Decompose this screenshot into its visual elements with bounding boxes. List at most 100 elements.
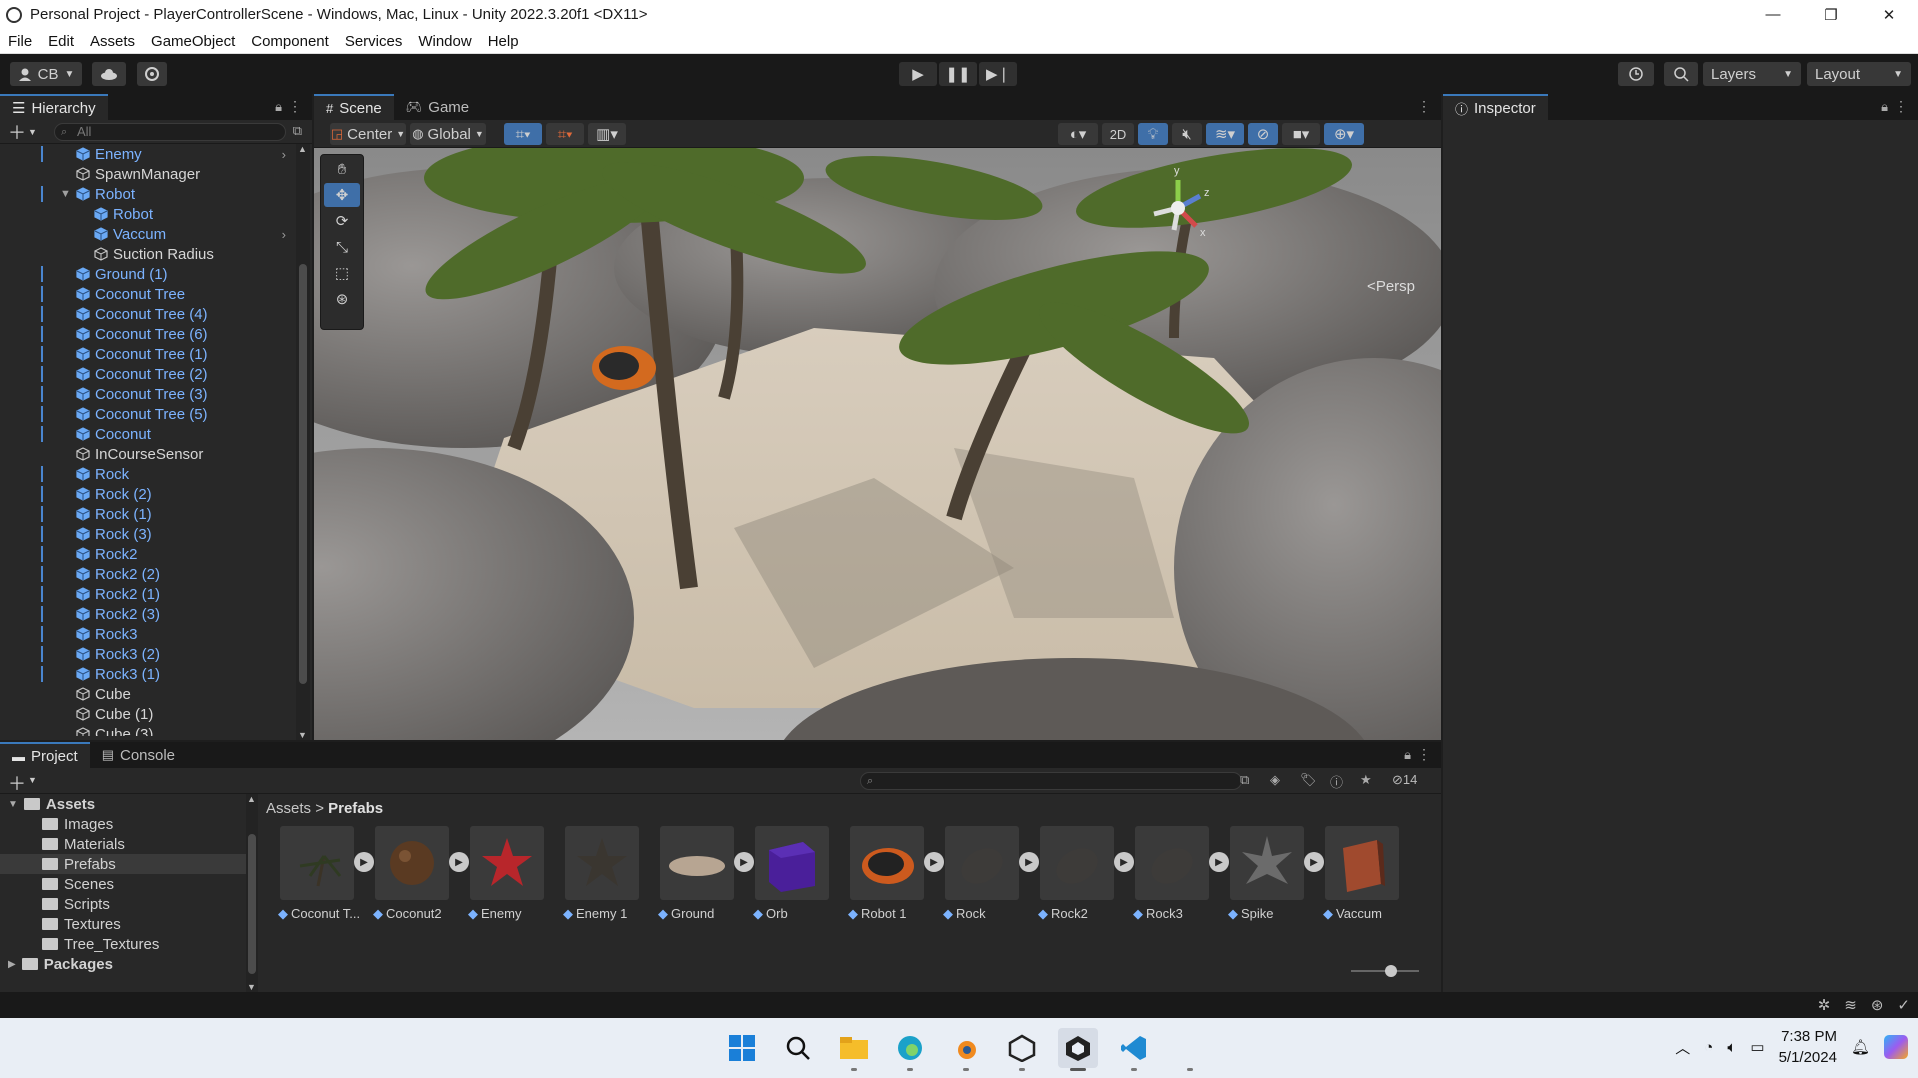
chevron-down-icon[interactable]: ▼ [28, 127, 37, 137]
lock-icon[interactable]: 🔒︎ [1404, 747, 1411, 763]
asset-item[interactable]: ▶ ◆ Rock3 [1131, 826, 1229, 922]
audio-button[interactable]: 🔇︎ [1172, 123, 1202, 145]
icon-size-slider[interactable] [1351, 965, 1419, 977]
folder-tree-item[interactable]: Tree_Textures [0, 934, 246, 954]
asset-item[interactable]: ◆ Orb [751, 826, 844, 922]
stack-icon[interactable]: ≋ [1844, 996, 1857, 1014]
search-button[interactable] [1664, 62, 1698, 86]
hierarchy-item[interactable]: Enemy › [0, 144, 296, 164]
rotate-tool[interactable]: ⟳ [324, 209, 360, 233]
space-dropdown[interactable]: ◍ Global ▼ [410, 123, 486, 145]
collab-button[interactable] [137, 62, 167, 86]
draw-mode-button[interactable]: ◐▾ [1058, 123, 1098, 145]
cloud-button[interactable] [92, 62, 126, 86]
layout-dropdown[interactable]: Layout ▼ [1807, 62, 1911, 86]
view-tool[interactable]: ✋︎ [324, 157, 360, 181]
asset-item[interactable]: ▶ ◆ Spike [1226, 826, 1324, 922]
hierarchy-item[interactable]: Coconut Tree (1) [0, 344, 296, 364]
folder-tree-item[interactable]: ▼ Assets [0, 794, 246, 814]
hierarchy-item[interactable]: Rock3 (2) [0, 644, 296, 664]
hierarchy-item[interactable]: Cube [0, 684, 296, 704]
scrollbar-thumb[interactable] [299, 264, 307, 684]
asset-item[interactable]: ◆ Enemy 1 [561, 826, 654, 922]
increment-snap-button[interactable]: ▥▾ [588, 123, 626, 145]
hierarchy-item[interactable]: Coconut [0, 424, 296, 444]
toggle-2d-button[interactable]: 2D [1102, 123, 1134, 145]
check-icon[interactable]: ✓ [1897, 996, 1910, 1014]
pivot-dropdown[interactable]: ◲ Center ▼ [330, 123, 406, 145]
hierarchy-item[interactable]: Rock3 (1) [0, 664, 296, 684]
account-dropdown[interactable]: CB ▼ [10, 62, 82, 86]
breadcrumb-root[interactable]: Assets [266, 800, 311, 817]
pause-button[interactable]: ❚❚ [939, 62, 977, 86]
close-button[interactable]: ✕ [1860, 0, 1918, 29]
asset-item[interactable]: ◆ Vaccum [1321, 826, 1414, 922]
step-button[interactable]: ▶❘ [979, 62, 1017, 86]
folder-tree-item[interactable]: Prefabs [0, 854, 246, 874]
hierarchy-item[interactable]: Ground (1) [0, 264, 296, 284]
scene-viewport[interactable]: y z x ✋︎ ✥ ⟳ ⤡ ⬚ ⊛ <Persp [314, 148, 1441, 740]
hierarchy-item[interactable]: Suction Radius [0, 244, 296, 264]
chevron-right-icon[interactable]: › [282, 227, 286, 242]
folder-tree-item[interactable]: Textures [0, 914, 246, 934]
slider-knob[interactable] [1385, 965, 1397, 977]
projection-label[interactable]: <Persp [1367, 278, 1415, 295]
hierarchy-item[interactable]: Coconut Tree [0, 284, 296, 304]
expand-arrow-icon[interactable]: ▼ [8, 799, 18, 810]
breadcrumb-current[interactable]: Prefabs [328, 800, 383, 817]
filter-type-icon[interactable]: ◈ [1270, 772, 1280, 788]
add-button[interactable]: ＋ [8, 770, 26, 796]
asset-item[interactable]: ▶ ◆ Coconut T... [276, 826, 374, 922]
lock-icon[interactable]: 🔒︎ [275, 99, 282, 115]
warning-icon[interactable]: ⓘ [1330, 772, 1343, 791]
copilot-icon[interactable] [1884, 1035, 1908, 1059]
scroll-down-icon[interactable]: ▼ [298, 730, 307, 740]
lock-icon[interactable]: 🔒︎ [1881, 99, 1888, 115]
task-view-button[interactable] [1170, 1028, 1210, 1071]
hierarchy-item[interactable]: Rock (3) [0, 524, 296, 544]
tab-console[interactable]: ▤ Console [90, 742, 187, 768]
add-button[interactable]: ＋ [8, 119, 26, 145]
move-tool[interactable]: ✥ [324, 183, 360, 207]
tab-hierarchy[interactable]: ☰ Hierarchy [0, 94, 108, 120]
start-button[interactable] [722, 1028, 762, 1068]
more-options-icon[interactable]: ⋮ [1417, 98, 1431, 115]
folder-tree-item[interactable]: ▶ Packages [0, 954, 246, 974]
expand-arrow-icon[interactable]: ▶ [8, 959, 16, 970]
menu-window[interactable]: Window [410, 33, 479, 50]
hidden-packages-button[interactable]: ⊘14 [1392, 772, 1417, 788]
unity-editor-button[interactable] [1058, 1028, 1098, 1071]
undo-history-button[interactable] [1618, 62, 1654, 86]
rect-tool[interactable]: ⬚ [324, 261, 360, 285]
hierarchy-item[interactable]: SpawnManager [0, 164, 296, 184]
wifi-icon[interactable]: ◔ [1704, 1039, 1713, 1056]
hierarchy-search-input[interactable]: ⌕ All [54, 123, 286, 141]
scroll-up-icon[interactable]: ▲ [247, 794, 256, 804]
hierarchy-item[interactable]: Rock [0, 464, 296, 484]
vscode-button[interactable] [1114, 1028, 1154, 1071]
hierarchy-item[interactable]: Coconut Tree (3) [0, 384, 296, 404]
notification-bell-icon[interactable]: 🔔︎ [1851, 1038, 1870, 1056]
folder-tree-item[interactable]: Materials [0, 834, 246, 854]
hierarchy-item[interactable]: Rock2 (2) [0, 564, 296, 584]
tab-project[interactable]: ▬ Project [0, 742, 90, 768]
maximize-button[interactable]: ❐ [1802, 0, 1860, 29]
project-tree-scrollbar[interactable]: ▲ ▼ [246, 794, 258, 992]
play-button[interactable]: ▶ [899, 62, 937, 86]
menu-services[interactable]: Services [337, 33, 411, 50]
hierarchy-item[interactable]: Rock3 [0, 624, 296, 644]
tab-scene[interactable]: # Scene [314, 94, 394, 120]
battery-icon[interactable]: ▭ [1750, 1038, 1764, 1056]
hierarchy-item[interactable]: Coconut Tree (4) [0, 304, 296, 324]
hierarchy-item[interactable]: Coconut Tree (2) [0, 364, 296, 384]
favorite-icon[interactable]: ★ [1360, 772, 1372, 788]
label-icon[interactable]: 🏷︎ [1300, 772, 1317, 788]
hierarchy-item[interactable]: Vaccum › [0, 224, 296, 244]
menu-file[interactable]: File [0, 33, 40, 50]
scrollbar-thumb[interactable] [248, 834, 256, 974]
asset-item[interactable]: ▶ ◆ Coconut2 [371, 826, 469, 922]
menu-help[interactable]: Help [480, 33, 527, 50]
hierarchy-item[interactable]: Rock2 [0, 544, 296, 564]
hidden-objects-button[interactable]: ⊘ [1248, 123, 1278, 145]
hierarchy-item[interactable]: ▼ Robot [0, 184, 296, 204]
